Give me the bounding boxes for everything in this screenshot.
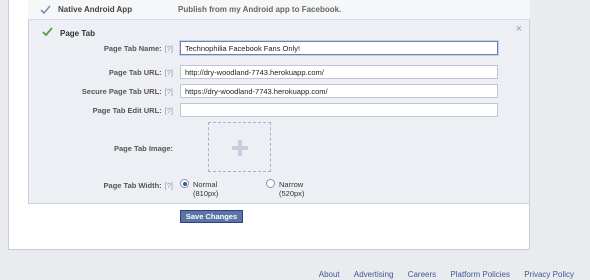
page-tab-url-label: Page Tab URL: [?] [29, 68, 173, 77]
help-link[interactable]: [?] [165, 44, 173, 53]
checkmark-icon [40, 5, 51, 17]
footer-link-careers[interactable]: Careers [408, 270, 436, 279]
label-text: Page Tab Width: [103, 181, 162, 190]
radio-normal-label[interactable]: Normal (810px) [193, 180, 218, 198]
label-text: Secure Page Tab URL: [81, 87, 162, 96]
close-icon[interactable]: × [516, 23, 522, 35]
label-text: Page Tab URL: [108, 68, 162, 77]
secure-page-tab-url-input[interactable] [180, 84, 498, 98]
page-tab-name-label: Page Tab Name: [?] [29, 44, 173, 53]
radio-narrow[interactable] [266, 179, 275, 188]
radio-normal[interactable] [180, 179, 189, 188]
help-link[interactable]: [?] [165, 87, 173, 96]
help-link[interactable]: [?] [165, 181, 173, 190]
label-text: Page Tab Name: [103, 44, 162, 53]
radio-narrow-label[interactable]: Narrow (520px) [279, 180, 304, 198]
page-tab-url-input[interactable] [180, 65, 498, 79]
footer-links: About Advertising Careers Platform Polic… [307, 270, 574, 280]
help-link[interactable]: [?] [165, 68, 173, 77]
footer-link-privacy-policy[interactable]: Privacy Policy [524, 270, 574, 279]
page-tab-width-label: Page Tab Width: [?] [29, 181, 173, 190]
label-text: Page Tab Edit URL: [92, 106, 162, 115]
checkmark-icon [42, 27, 53, 39]
page-tab-edit-url-label: Page Tab Edit URL: [?] [29, 106, 173, 115]
android-app-description: Publish from my Android app to Facebook. [178, 5, 342, 14]
plus-icon-stroke [238, 140, 242, 156]
page-tab-edit-url-input[interactable] [180, 103, 498, 117]
secure-page-tab-url-label: Secure Page Tab URL: [?] [29, 87, 173, 96]
save-changes-button[interactable]: Save Changes [180, 210, 243, 223]
android-app-title: Native Android App [58, 5, 133, 14]
page-tab-name-input[interactable] [180, 41, 498, 55]
footer-link-platform-policies[interactable]: Platform Policies [450, 270, 510, 279]
page-tab-image-upload[interactable] [208, 122, 271, 172]
section-title: Page Tab [60, 29, 95, 38]
label-text: Page Tab Image: [113, 144, 173, 153]
page-tab-section: Page Tab × Page Tab Name:[?] Page Tab UR… [28, 20, 530, 204]
native-android-app-row[interactable]: Native Android App Publish from my Andro… [28, 0, 530, 20]
footer-link-about[interactable]: About [319, 270, 340, 279]
footer-link-advertising[interactable]: Advertising [354, 270, 394, 279]
help-link[interactable]: [?] [165, 106, 173, 115]
page-tab-image-label: Page Tab Image: [29, 144, 173, 153]
